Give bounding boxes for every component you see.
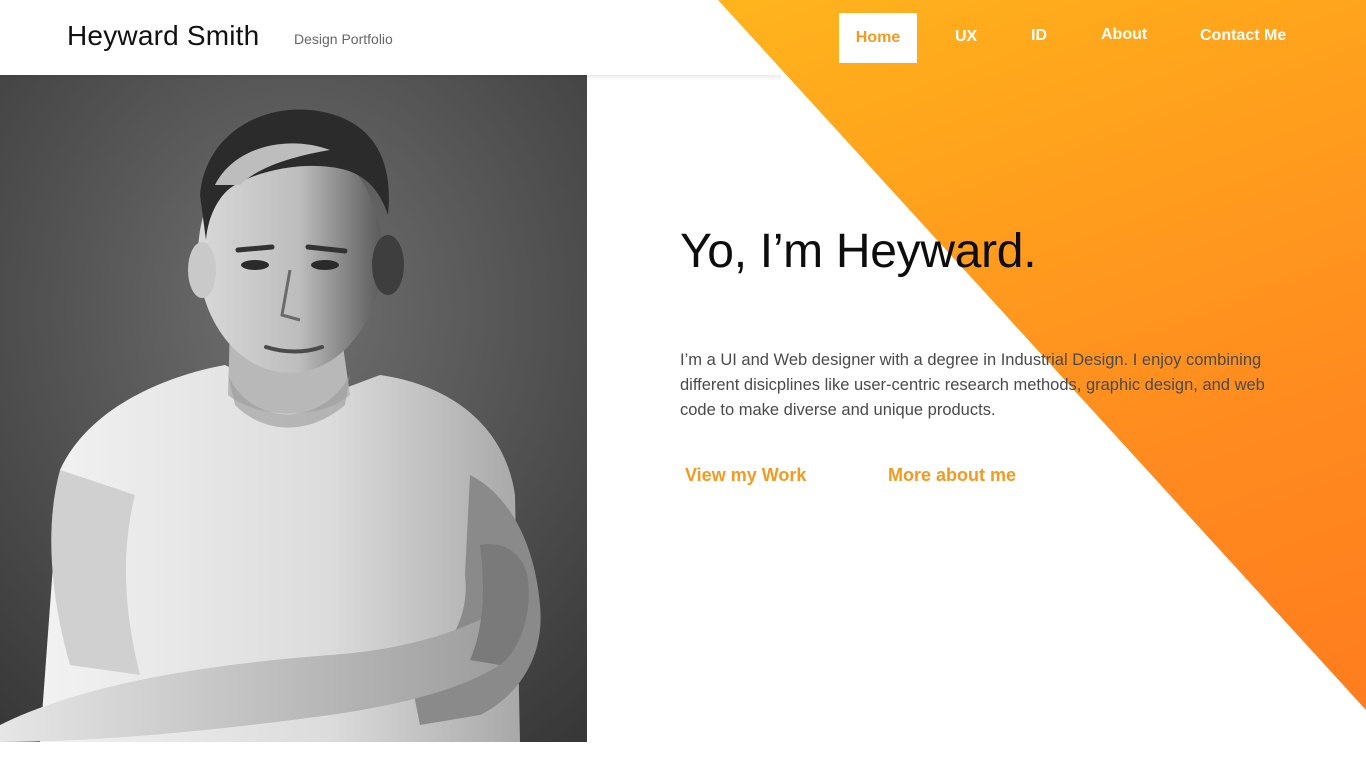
portrait-photo bbox=[0, 75, 587, 742]
view-work-link[interactable]: View my Work bbox=[685, 465, 806, 486]
nav-item-about[interactable]: About bbox=[1101, 10, 1147, 60]
nav-item-ux[interactable]: UX bbox=[955, 12, 977, 62]
site-title[interactable]: Heyward Smith bbox=[67, 20, 259, 52]
nav-item-home[interactable]: Home bbox=[839, 13, 917, 63]
header-shadow bbox=[0, 75, 781, 81]
nav-item-contact[interactable]: Contact Me bbox=[1200, 11, 1286, 61]
site-header: Heyward Smith Design Portfolio Home UX I… bbox=[0, 0, 1366, 75]
more-about-me-link[interactable]: More about me bbox=[888, 465, 1016, 486]
hero-description: I’m a UI and Web designer with a degree … bbox=[680, 351, 1265, 419]
portrait-illustration bbox=[0, 75, 587, 742]
hero-title: Yo, I’m Heyward. bbox=[680, 225, 1037, 278]
nav-item-id[interactable]: ID bbox=[1031, 11, 1047, 61]
site-tagline: Design Portfolio bbox=[294, 31, 393, 47]
